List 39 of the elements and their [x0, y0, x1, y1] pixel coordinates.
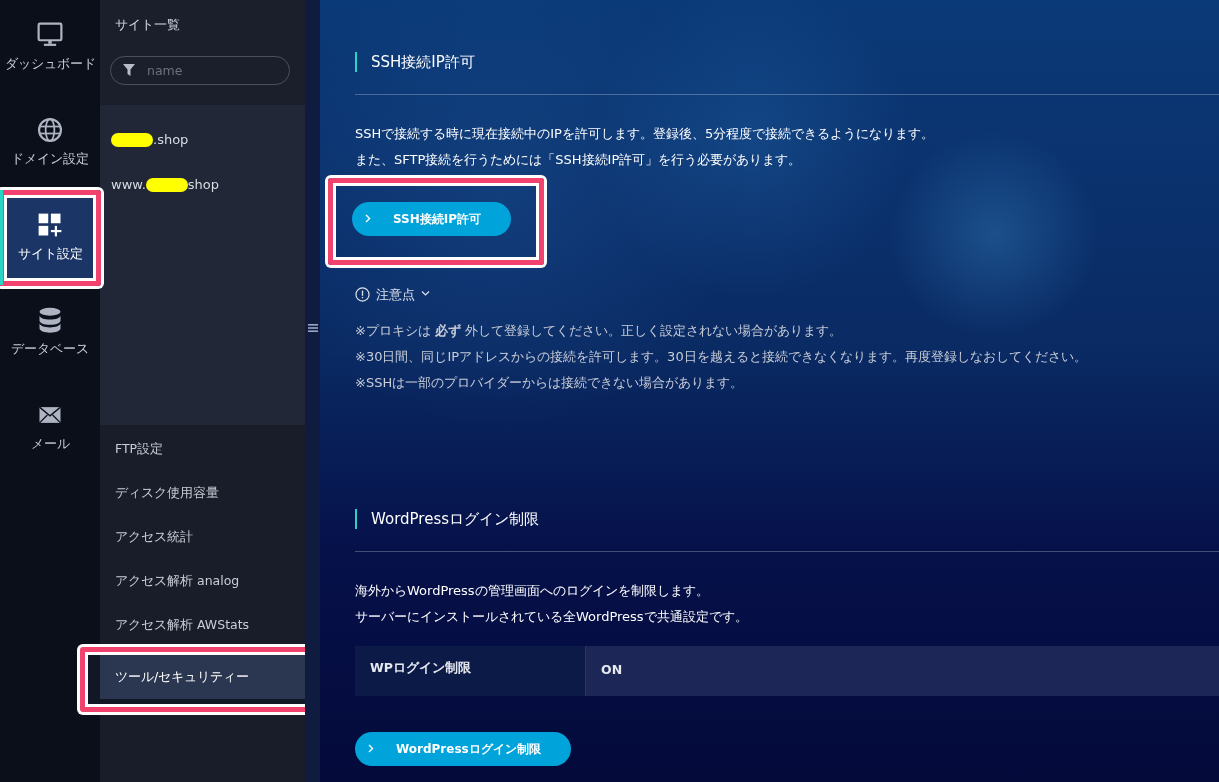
note-text: ※プロキシは 必ず 外して登録してください。正しく設定されない場合があります。 — [355, 322, 844, 340]
resize-handle-icon[interactable] — [307, 323, 318, 333]
table-cell: ON — [585, 645, 1219, 696]
accent-bar — [355, 52, 357, 73]
site-name[interactable]: www. — [111, 174, 146, 195]
filter-field[interactable]: name — [110, 55, 290, 85]
note-text: ※SSHは一部のプロバイダーからは接続できない場合があります。 — [355, 374, 745, 392]
chevron-right-icon — [365, 214, 371, 223]
menu-item[interactable]: ディスク使用容量 — [100, 471, 305, 515]
nav-item[interactable]: ダッシュボード — [4, 5, 96, 90]
menu-item[interactable]: アクセス解析 analog — [100, 559, 305, 603]
nav-item[interactable]: データベース — [11, 290, 89, 375]
table-cell: WPログイン制限 — [355, 645, 585, 696]
nav-item[interactable]: メール — [30, 385, 70, 470]
nav-item[interactable]: ドメイン設定 — [11, 100, 89, 185]
site-name[interactable]: .shop — [153, 129, 189, 150]
section-title: SSH接続IP許可 — [371, 52, 475, 73]
menu-item[interactable]: アクセス統計 — [100, 515, 305, 559]
note-text: ※30日間、同じIPアドレスからの接続を許可します。30日を越えると接続できなくなります。再度登録しなおしてください。 — [355, 348, 1088, 366]
redaction-mark — [145, 177, 188, 192]
menu-item[interactable]: ツール/セキュリティー — [100, 655, 305, 699]
site-name[interactable]: shop — [187, 174, 220, 195]
panel-title: サイト一覧 — [115, 16, 181, 34]
globe-icon — [36, 116, 64, 145]
accent-bar — [355, 509, 357, 530]
menu-item[interactable]: アクセス解析 AWStats — [100, 603, 305, 647]
section-title: WordPressログイン制限 — [371, 509, 540, 530]
caret-icon — [421, 290, 430, 299]
nav-item[interactable]: サイト設定 — [7, 197, 93, 278]
filter-icon — [123, 63, 135, 76]
menu-item[interactable]: FTP設定 — [100, 427, 305, 471]
chevron-right-icon — [368, 744, 374, 753]
description-text: サーバーにインストールされている全WordPressで共通設定です。 — [355, 607, 749, 626]
description-text: 海外からWordPressの管理画面へのログインを制限します。 — [355, 581, 710, 600]
notes-toggle[interactable]: 注意点 — [355, 284, 1219, 304]
description-text: また、SFTP接続を行うためには「SSH接続IP許可」を行う必要があります。 — [355, 150, 803, 169]
redaction-mark — [111, 132, 153, 147]
description-text: SSHで接続する時に現在接続中のIPを許可します。登録後、5分程度で接続できるようになります。 — [355, 124, 936, 143]
info-icon — [355, 286, 370, 302]
